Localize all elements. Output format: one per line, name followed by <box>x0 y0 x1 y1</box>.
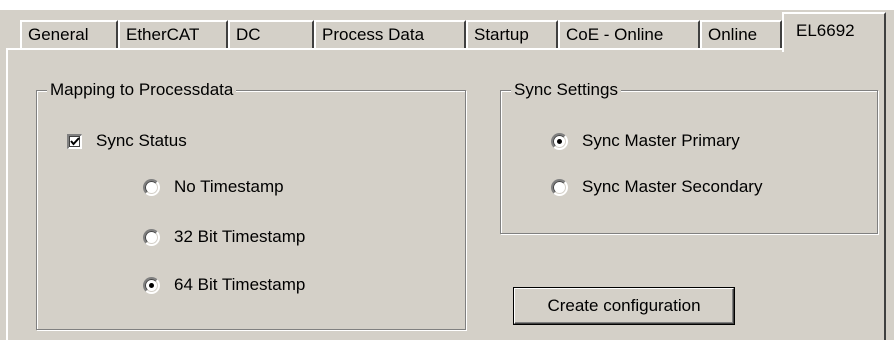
tab-coe-online[interactable]: CoE - Online <box>558 20 700 50</box>
sync-master-secondary-radio[interactable] <box>551 178 568 196</box>
tab-label: CoE - Online <box>566 25 664 44</box>
panel-right-edge <box>884 48 886 340</box>
tab-startup[interactable]: Startup <box>466 20 558 50</box>
tab-el6692[interactable]: EL6692 <box>782 12 886 52</box>
no-timestamp-label: No Timestamp <box>174 177 284 196</box>
32bit-timestamp-radio[interactable] <box>143 228 160 246</box>
mapping-groupbox: Mapping to Processdata Sync Status No Ti… <box>36 79 466 330</box>
sync-master-primary-radio[interactable] <box>551 132 568 150</box>
checkmark-icon <box>70 136 80 146</box>
create-configuration-label: Create configuration <box>547 296 701 315</box>
64bit-timestamp-radio[interactable] <box>143 276 160 294</box>
create-configuration-button[interactable]: Create configuration <box>513 287 735 325</box>
tab-label: EL6692 <box>796 21 855 40</box>
tab-label: Online <box>708 25 758 44</box>
tab-general[interactable]: General <box>20 20 118 50</box>
32bit-timestamp-radio-row[interactable]: 32 Bit Timestamp <box>143 227 305 247</box>
sync-settings-groupbox: Sync Settings Sync Master Primary Sync M… <box>500 79 878 234</box>
panel-top-edge <box>6 48 782 50</box>
tab-process-data[interactable]: Process Data <box>314 20 466 50</box>
sync-master-primary-label: Sync Master Primary <box>582 131 740 150</box>
sync-master-secondary-radio-row[interactable]: Sync Master Secondary <box>551 177 762 197</box>
sync-status-checkbox-row[interactable]: Sync Status <box>67 131 187 151</box>
radio-selected-dot <box>149 282 154 288</box>
64bit-timestamp-radio-row[interactable]: 64 Bit Timestamp <box>143 275 305 295</box>
tab-label: General <box>28 25 89 44</box>
sync-settings-legend: Sync Settings <box>511 79 621 101</box>
mapping-legend: Mapping to Processdata <box>47 79 237 101</box>
sync-master-primary-radio-row[interactable]: Sync Master Primary <box>551 131 740 151</box>
panel-left-edge <box>6 48 8 340</box>
window-top-strip <box>0 0 894 10</box>
tab-label: Process Data <box>322 25 425 44</box>
tab-dc[interactable]: DC <box>228 20 314 50</box>
no-timestamp-radio-row[interactable]: No Timestamp <box>143 177 284 197</box>
radio-selected-dot <box>557 138 562 144</box>
sync-status-label: Sync Status <box>96 131 187 150</box>
tab-ethercat[interactable]: EtherCAT <box>118 20 228 50</box>
tab-online[interactable]: Online <box>700 20 782 50</box>
tab-label: EtherCAT <box>126 25 200 44</box>
tab-label: DC <box>236 25 261 44</box>
64bit-timestamp-label: 64 Bit Timestamp <box>174 275 306 294</box>
32bit-timestamp-label: 32 Bit Timestamp <box>174 227 306 246</box>
no-timestamp-radio[interactable] <box>143 178 160 196</box>
sync-master-secondary-label: Sync Master Secondary <box>582 177 763 196</box>
sync-status-checkbox[interactable] <box>67 133 82 149</box>
tab-label: Startup <box>474 25 529 44</box>
dialog-window: General EtherCAT DC Process Data Startup… <box>0 0 894 340</box>
